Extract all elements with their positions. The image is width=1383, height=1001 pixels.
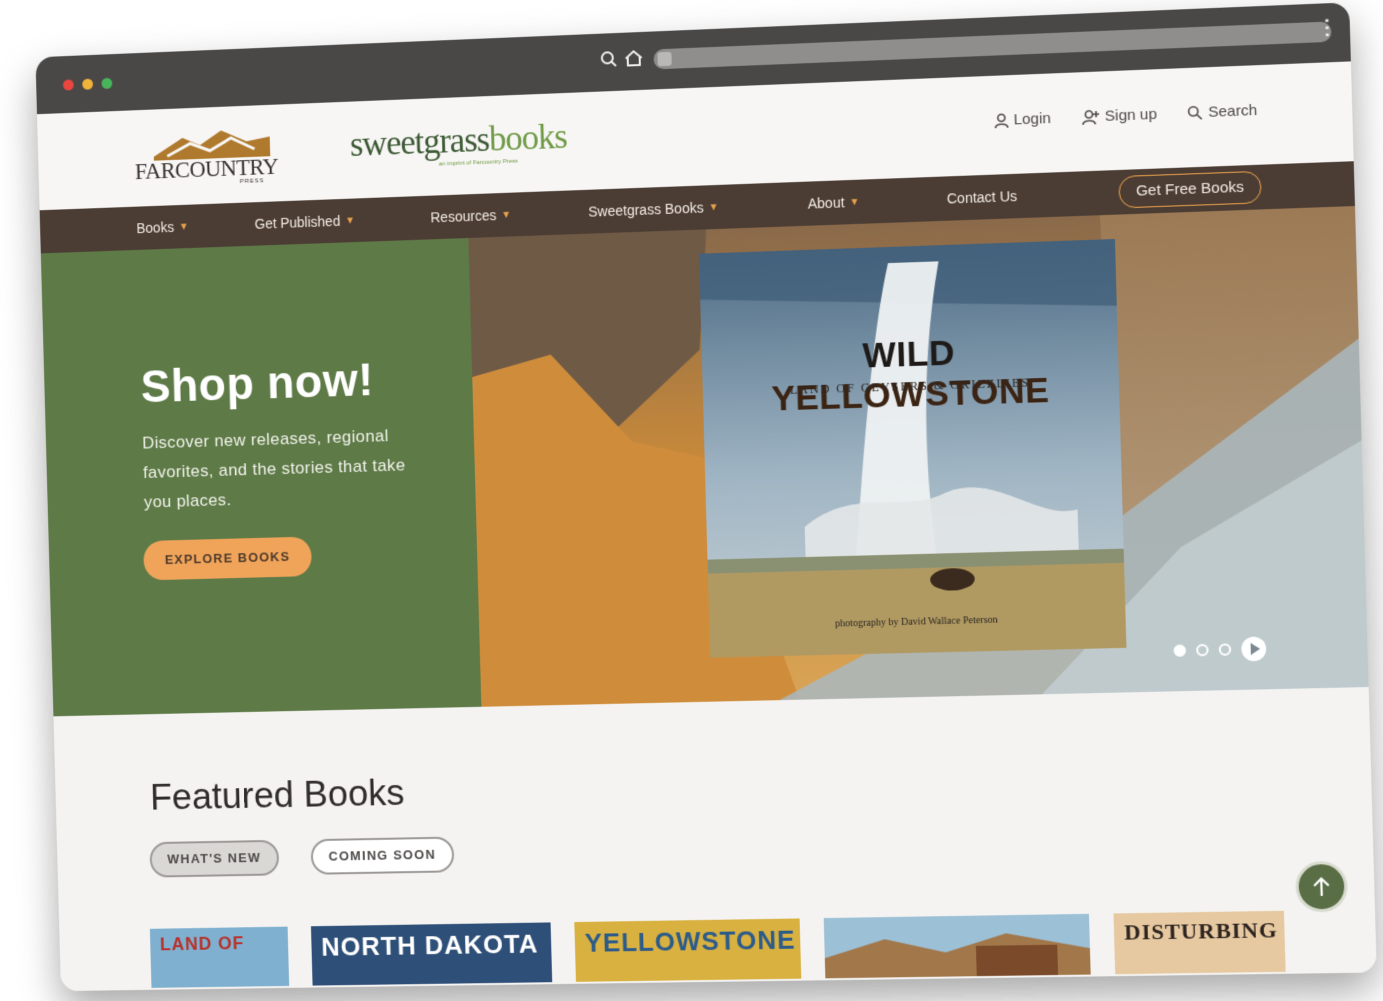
user-add-icon <box>1081 108 1100 125</box>
book-title: DISTURBING <box>1123 916 1278 945</box>
explore-books-button[interactable]: EXPLORE BOOKS <box>143 536 313 581</box>
books-wordmark: books <box>488 116 568 159</box>
search-label: Search <box>1207 101 1258 121</box>
close-window-button[interactable] <box>62 79 74 91</box>
canyon-landscape-image <box>468 206 1369 707</box>
signup-link[interactable]: Sign up <box>1081 106 1157 126</box>
carousel-controls <box>1173 636 1267 663</box>
book-card[interactable]: DISTURBING <box>1113 910 1286 975</box>
carousel-dot-3[interactable] <box>1218 643 1232 656</box>
search-link[interactable]: Search <box>1187 102 1257 122</box>
nav-item-get-published[interactable]: Get Published ▼ <box>254 212 356 232</box>
carousel-dot-2[interactable] <box>1196 643 1209 657</box>
book-title-wild: WILD <box>862 333 956 376</box>
book-card[interactable]: LAND OF <box>149 926 290 988</box>
home-icon[interactable] <box>624 49 644 68</box>
nav-label: About <box>807 194 845 212</box>
sweetgrass-wordmark: sweetgrass <box>349 119 490 164</box>
chevron-down-icon: ▼ <box>849 196 860 208</box>
nav-item-contact-us[interactable]: Contact Us <box>947 188 1018 207</box>
menu-icon[interactable] <box>657 51 672 67</box>
nav-item-books[interactable]: Books ▼ <box>136 219 189 237</box>
arrow-up-icon <box>1311 875 1332 898</box>
book-card[interactable] <box>823 913 1091 979</box>
minimize-window-button[interactable] <box>82 78 94 90</box>
book-title: LAND OF <box>159 933 245 955</box>
back-to-top-button[interactable] <box>1294 860 1349 913</box>
book-card[interactable]: YELLOWSTONE <box>574 918 802 982</box>
hero-image: WILD YELLOWSTONE LAND OF GEYSERS & GRIZZ… <box>468 206 1369 707</box>
hero-banner: Shop now! Discover new releases, regiona… <box>40 206 1369 717</box>
more-options-icon[interactable]: ⋮ <box>1316 16 1337 39</box>
window-controls <box>62 77 113 91</box>
hero-text-panel: Shop now! Discover new releases, regiona… <box>40 237 482 717</box>
chevron-down-icon: ▼ <box>708 201 719 213</box>
play-icon[interactable] <box>1241 636 1267 662</box>
book-card[interactable]: NORTH DAKOTA <box>310 922 553 986</box>
user-icon <box>994 112 1009 129</box>
featured-books-title: Featured Books <box>149 772 405 818</box>
nav-item-resources[interactable]: Resources ▼ <box>430 207 512 226</box>
nav-label: Contact Us <box>946 187 1018 207</box>
chevron-down-icon: ▼ <box>501 209 512 221</box>
screenshot-stage: ⋮ FARCOUNTRY PRESS sweetgrassbooks an im… <box>0 0 1383 1001</box>
hero-description: Discover new releases, regional favorite… <box>142 426 406 512</box>
login-link[interactable]: Login <box>994 110 1051 129</box>
nav-label: Books <box>136 219 175 237</box>
nav-label: Sweetgrass Books <box>588 199 704 220</box>
nav-item-sweetgrass-books[interactable]: Sweetgrass Books ▼ <box>588 199 719 220</box>
tab-coming-soon[interactable]: COMING SOON <box>310 836 455 875</box>
signup-label: Sign up <box>1104 105 1158 125</box>
farcountry-logo[interactable]: FARCOUNTRY PRESS <box>134 126 281 189</box>
login-label: Login <box>1013 109 1052 129</box>
book-cover-illustration <box>823 913 1091 979</box>
featured-books-section: Featured Books WHAT'S NEW COMING SOON LA… <box>53 687 1377 992</box>
utility-links: Login Sign up Search <box>994 102 1257 129</box>
carousel-dot-1[interactable] <box>1173 644 1187 657</box>
get-free-books-button[interactable]: Get Free Books <box>1118 170 1262 209</box>
browser-window: ⋮ FARCOUNTRY PRESS sweetgrassbooks an im… <box>35 2 1377 992</box>
address-bar[interactable] <box>653 21 1332 70</box>
sweetgrass-logo[interactable]: sweetgrassbooks an imprint of Farcountry… <box>349 116 568 168</box>
tab-whats-new[interactable]: WHAT'S NEW <box>149 839 280 878</box>
hero-title: Shop now! <box>140 353 375 413</box>
book-title: YELLOWSTONE <box>584 924 796 958</box>
search-icon[interactable] <box>600 50 618 69</box>
nav-label: Resources <box>430 207 497 226</box>
browser-icons <box>600 49 644 69</box>
maximize-window-button[interactable] <box>101 77 113 89</box>
chevron-down-icon: ▼ <box>178 220 189 233</box>
farcountry-press-label: PRESS <box>239 178 265 186</box>
book-cover-wild-yellowstone[interactable] <box>698 238 1127 658</box>
search-icon <box>1187 105 1203 121</box>
nav-item-about[interactable]: About ▼ <box>807 194 860 212</box>
chevron-down-icon: ▼ <box>345 214 356 227</box>
book-title: NORTH DAKOTA <box>320 928 539 962</box>
nav-label: Get Published <box>254 212 341 232</box>
